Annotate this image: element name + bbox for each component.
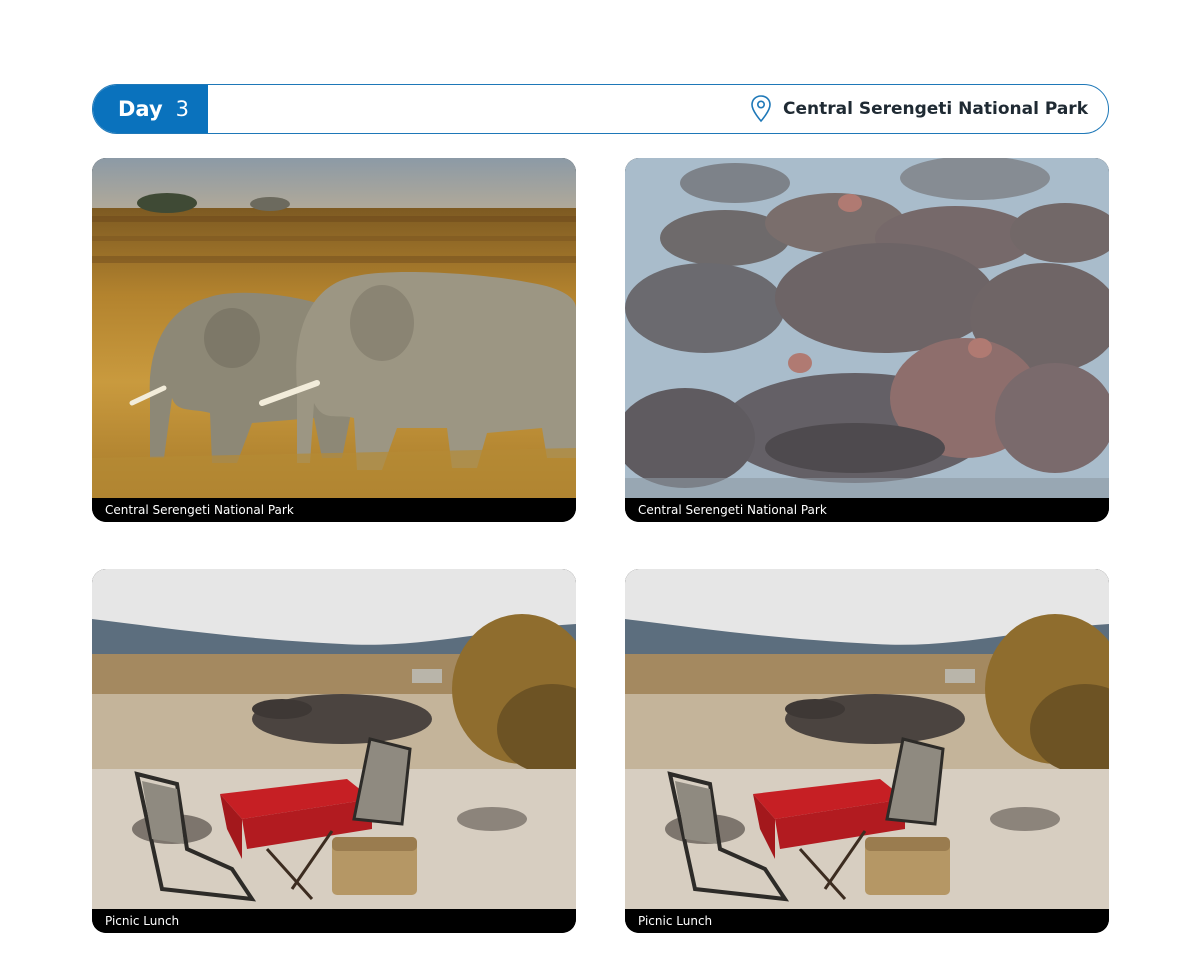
photo-card-picnic: Picnic Lunch: [92, 569, 576, 933]
map-pin-icon: [751, 95, 771, 123]
location-name: Central Serengeti National Park: [782, 99, 1088, 119]
photo-card-picnic: Picnic Lunch: [625, 569, 1109, 933]
photo-caption: Picnic Lunch: [92, 909, 576, 933]
day-number: 3: [175, 97, 190, 121]
photo-card-hippos: Central Serengeti National Park: [625, 158, 1109, 522]
picnic-photo: [92, 569, 576, 909]
photo-caption: Central Serengeti National Park: [92, 498, 576, 522]
day-header: Day 3 Central Serengeti National Park: [92, 84, 1109, 134]
day-label: Day: [118, 97, 163, 121]
day-badge: Day 3: [93, 85, 208, 133]
photo-card-elephants: Central Serengeti National Park: [92, 158, 576, 522]
picnic-photo: [625, 569, 1109, 909]
photo-caption: Picnic Lunch: [625, 909, 1109, 933]
location-block: Central Serengeti National Park: [749, 85, 1088, 133]
photo-caption: Central Serengeti National Park: [625, 498, 1109, 522]
hippos-photo: [625, 158, 1109, 498]
elephants-photo: [92, 158, 576, 498]
